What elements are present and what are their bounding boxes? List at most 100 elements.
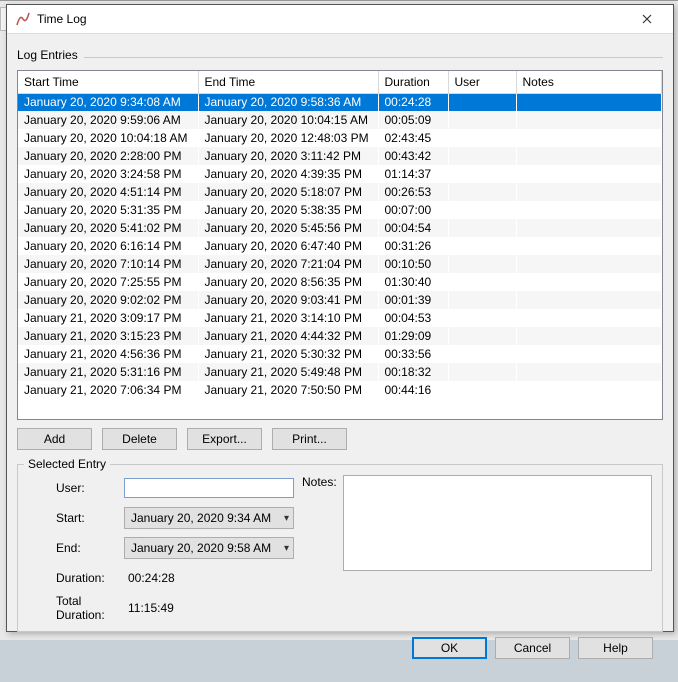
cell-duration: 00:07:00 (378, 201, 448, 219)
cell-notes (516, 219, 662, 237)
cell-start: January 20, 2020 5:41:02 PM (18, 219, 198, 237)
print-button[interactable]: Print... (272, 428, 347, 450)
table-header-row[interactable]: Start Time End Time Duration User Notes (18, 71, 662, 93)
cell-end: January 21, 2020 4:44:32 PM (198, 327, 378, 345)
cell-user (448, 165, 516, 183)
duration-value: 00:24:28 (124, 571, 175, 585)
cell-end: January 21, 2020 7:50:50 PM (198, 381, 378, 399)
close-button[interactable] (627, 5, 667, 33)
cell-notes (516, 291, 662, 309)
table-row[interactable]: January 20, 2020 10:04:18 AMJanuary 20, … (18, 129, 662, 147)
start-combo[interactable]: January 20, 2020 9:34 AM ▾ (124, 507, 294, 529)
cell-start: January 20, 2020 9:02:02 PM (18, 291, 198, 309)
table-row[interactable]: January 21, 2020 7:06:34 PMJanuary 21, 2… (18, 381, 662, 399)
table-row[interactable]: January 20, 2020 3:24:58 PMJanuary 20, 2… (18, 165, 662, 183)
cell-duration: 00:18:32 (378, 363, 448, 381)
cell-notes (516, 309, 662, 327)
user-label: User: (28, 481, 124, 495)
cell-end: January 20, 2020 5:38:35 PM (198, 201, 378, 219)
table-row[interactable]: January 20, 2020 2:28:00 PMJanuary 20, 2… (18, 147, 662, 165)
cell-start: January 20, 2020 10:04:18 AM (18, 129, 198, 147)
cell-end: January 20, 2020 6:47:40 PM (198, 237, 378, 255)
cancel-button[interactable]: Cancel (495, 637, 570, 659)
table-row[interactable]: January 20, 2020 4:51:14 PMJanuary 20, 2… (18, 183, 662, 201)
notes-textarea[interactable] (343, 475, 652, 571)
chevron-down-icon: ▾ (284, 543, 289, 554)
selected-entry-legend: Selected Entry (24, 457, 110, 471)
help-button[interactable]: Help (578, 637, 653, 659)
col-header-start[interactable]: Start Time (18, 71, 198, 93)
cell-start: January 21, 2020 7:06:34 PM (18, 381, 198, 399)
user-input[interactable] (124, 478, 294, 498)
selected-entry-group: Selected Entry User: Start: January 20, … (17, 464, 663, 632)
cell-notes (516, 273, 662, 291)
cell-notes (516, 255, 662, 273)
cell-start: January 20, 2020 5:31:35 PM (18, 201, 198, 219)
ok-button[interactable]: OK (412, 637, 487, 659)
cell-user (448, 255, 516, 273)
cell-start: January 20, 2020 7:25:55 PM (18, 273, 198, 291)
table-row[interactable]: January 21, 2020 5:31:16 PMJanuary 21, 2… (18, 363, 662, 381)
start-combo-value: January 20, 2020 9:34 AM (131, 511, 271, 525)
chevron-down-icon: ▾ (284, 513, 289, 524)
table-row[interactable]: January 20, 2020 5:31:35 PMJanuary 20, 2… (18, 201, 662, 219)
cell-duration: 00:33:56 (378, 345, 448, 363)
export-button[interactable]: Export... (187, 428, 262, 450)
delete-button[interactable]: Delete (102, 428, 177, 450)
cell-duration: 00:04:54 (378, 219, 448, 237)
cell-notes (516, 363, 662, 381)
cell-user (448, 111, 516, 129)
log-entries-legend: Log Entries (17, 48, 78, 64)
table-row[interactable]: January 20, 2020 6:16:14 PMJanuary 20, 2… (18, 237, 662, 255)
cell-notes (516, 183, 662, 201)
cell-duration: 02:43:45 (378, 129, 448, 147)
cell-end: January 20, 2020 12:48:03 PM (198, 129, 378, 147)
cell-user (448, 363, 516, 381)
log-table[interactable]: Start Time End Time Duration User Notes … (17, 70, 663, 420)
start-label: Start: (28, 511, 124, 525)
table-row[interactable]: January 21, 2020 3:15:23 PMJanuary 21, 2… (18, 327, 662, 345)
cell-start: January 20, 2020 7:10:14 PM (18, 255, 198, 273)
cell-duration: 00:24:28 (378, 93, 448, 111)
end-label: End: (28, 541, 124, 555)
cell-start: January 20, 2020 6:16:14 PM (18, 237, 198, 255)
cell-duration: 00:04:53 (378, 309, 448, 327)
cell-end: January 21, 2020 5:30:32 PM (198, 345, 378, 363)
selected-entry-fields: User: Start: January 20, 2020 9:34 AM ▾ … (28, 475, 294, 621)
table-row[interactable]: January 21, 2020 4:56:36 PMJanuary 21, 2… (18, 345, 662, 363)
table-row[interactable]: January 20, 2020 5:41:02 PMJanuary 20, 2… (18, 219, 662, 237)
col-header-user[interactable]: User (448, 71, 516, 93)
app-icon (15, 11, 31, 27)
cell-start: January 21, 2020 4:56:36 PM (18, 345, 198, 363)
end-combo-value: January 20, 2020 9:58 AM (131, 541, 271, 555)
notes-label: Notes: (302, 475, 337, 489)
table-row[interactable]: January 20, 2020 9:34:08 AMJanuary 20, 2… (18, 93, 662, 111)
cell-start: January 20, 2020 9:34:08 AM (18, 93, 198, 111)
cell-notes (516, 93, 662, 111)
cell-end: January 20, 2020 9:58:36 AM (198, 93, 378, 111)
table-row[interactable]: January 20, 2020 7:25:55 PMJanuary 20, 2… (18, 273, 662, 291)
cell-start: January 21, 2020 3:09:17 PM (18, 309, 198, 327)
cell-duration: 00:01:39 (378, 291, 448, 309)
cell-duration: 01:30:40 (378, 273, 448, 291)
titlebar[interactable]: Time Log (7, 5, 673, 34)
table-row[interactable]: January 20, 2020 9:59:06 AMJanuary 20, 2… (18, 111, 662, 129)
cell-notes (516, 237, 662, 255)
table-row[interactable]: January 20, 2020 9:02:02 PMJanuary 20, 2… (18, 291, 662, 309)
cell-end: January 21, 2020 3:14:10 PM (198, 309, 378, 327)
add-button[interactable]: Add (17, 428, 92, 450)
cell-notes (516, 345, 662, 363)
end-combo[interactable]: January 20, 2020 9:58 AM ▾ (124, 537, 294, 559)
cell-end: January 20, 2020 9:03:41 PM (198, 291, 378, 309)
cell-user (448, 201, 516, 219)
cell-start: January 21, 2020 3:15:23 PM (18, 327, 198, 345)
cell-end: January 20, 2020 10:04:15 AM (198, 111, 378, 129)
cell-end: January 20, 2020 5:18:07 PM (198, 183, 378, 201)
col-header-notes[interactable]: Notes (516, 71, 662, 93)
total-duration-label: Total Duration: (28, 594, 124, 622)
col-header-end[interactable]: End Time (198, 71, 378, 93)
col-header-duration[interactable]: Duration (378, 71, 448, 93)
cell-user (448, 273, 516, 291)
table-row[interactable]: January 20, 2020 7:10:14 PMJanuary 20, 2… (18, 255, 662, 273)
table-row[interactable]: January 21, 2020 3:09:17 PMJanuary 21, 2… (18, 309, 662, 327)
